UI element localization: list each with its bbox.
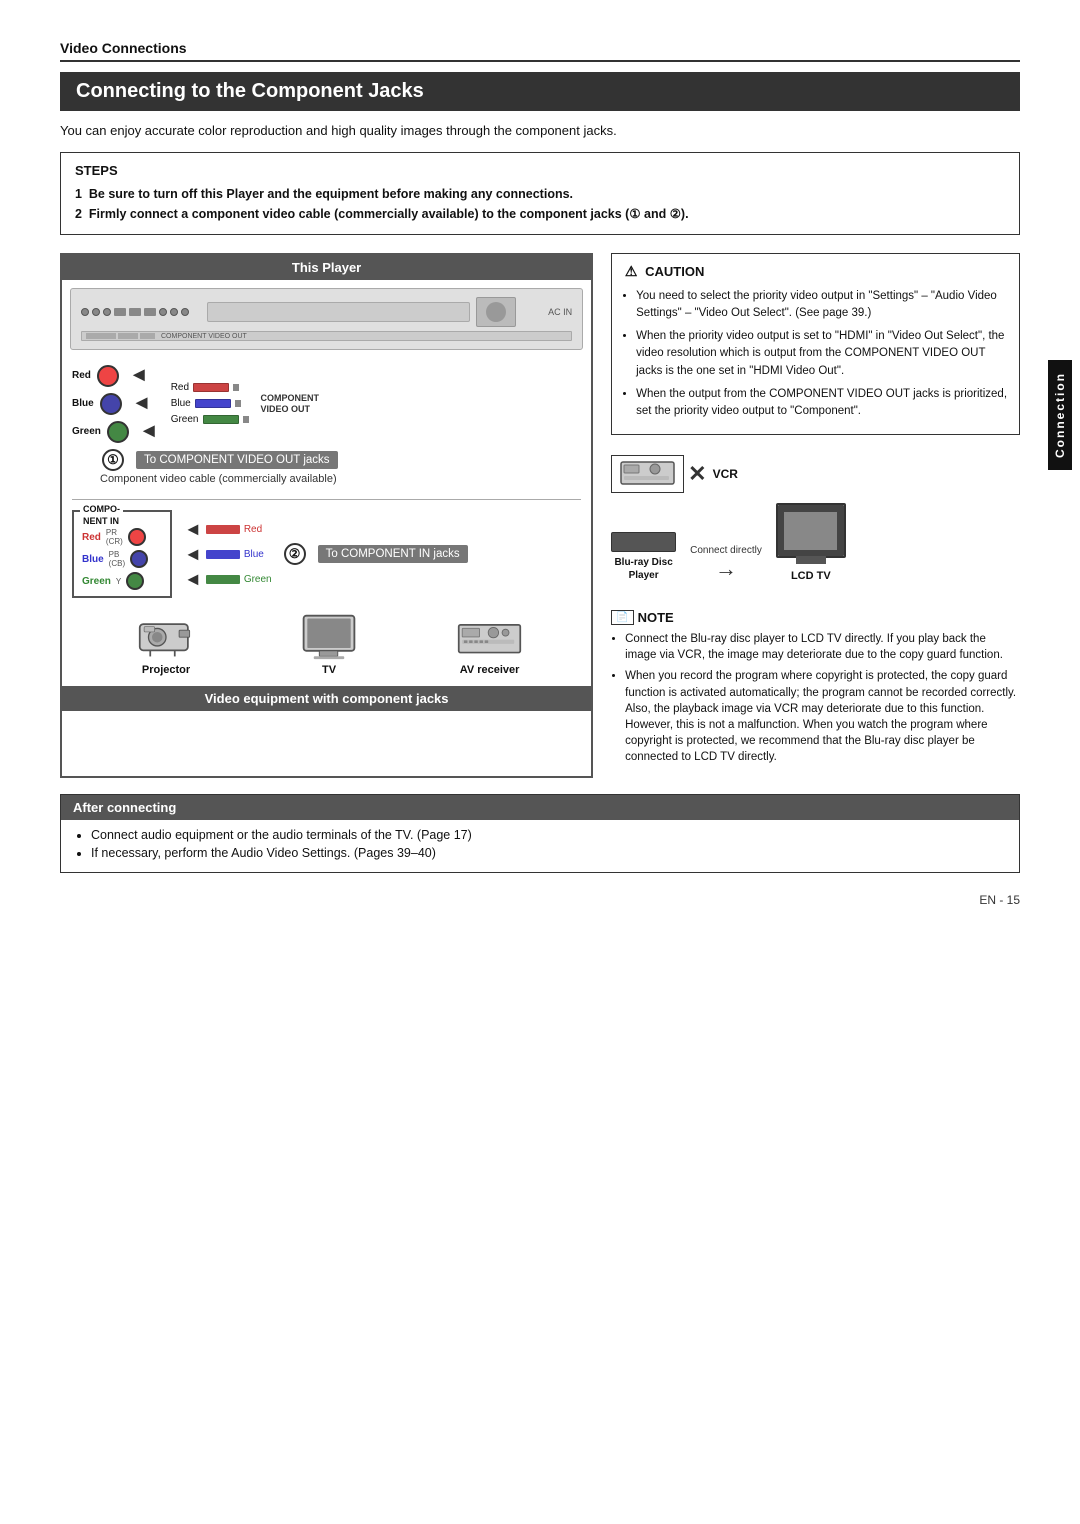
lcd-tv-shape [776,503,846,558]
caution-item-1: You need to select the priority video ou… [636,288,1009,323]
main-heading: Connecting to the Component Jacks [60,72,1020,111]
connection-sidebar-tab: Connection [1048,360,1072,470]
plug-green: Green [171,414,249,425]
lcd-tv-item: LCD TV [776,503,846,582]
after-connecting-body: Connect audio equipment or the audio ter… [61,820,1019,872]
video-equipment-header: Video equipment with component jacks [62,686,591,711]
connect-arrow: Connect directly → [690,545,762,582]
caution-list: You need to select the priority video ou… [622,288,1009,421]
cable-plug-out: Red Blue Green [171,382,249,425]
cable-note: Component video cable (commercially avai… [100,473,581,485]
arrow-red: ◄ [129,364,149,387]
after-item-1: Connect audio equipment or the audio ter… [91,828,1005,842]
step2-label: To COMPONENT IN jacks [318,545,468,563]
comp-in-section: COMPO-NENT IN Red PR(CR) Blue PB(CB) [62,504,591,686]
step1-text: 1 Be sure to turn off this Player and th… [75,184,1005,204]
in-jack-red [128,528,146,546]
diagram-area: This Player [60,253,1020,778]
caution-item-2: When the priority video output is set to… [636,328,1009,380]
caution-item-3: When the output from the COMPONENT VIDEO… [636,386,1009,421]
arrow-green: ◄ [139,420,159,443]
av-receiver-svg [457,620,522,660]
video-equipment-icons: Projector TV [72,610,581,676]
steps-box: STEPS 1 Be sure to turn off this Player … [60,152,1020,235]
note-item-2: When you record the program where copyri… [625,668,1020,765]
step1-circle: ① [102,449,124,471]
plug-red: Red [171,382,249,393]
in-arrows: ◄ Red ◄ Blue ◄ Green [184,519,272,590]
player-diagram: This Player [60,253,593,778]
vcr-x-mark: ✕ [688,461,706,487]
bluray-lcd-row: Blu-ray DiscPlayer Connect directly → [611,503,1020,582]
player-header-label: This Player [62,255,591,280]
jack-green-out: Green ◄ [72,420,163,443]
step2-circle: ② [284,543,306,565]
bluray-label: Blu-ray DiscPlayer [614,556,672,582]
jack-red-circle [97,365,119,387]
step1-annotation: ① To COMPONENT VIDEO OUT jacks [102,449,581,471]
jack-group-left: Red ◄ Blue ◄ Green ◄ [72,364,163,443]
step2-text: 2 Firmly connect a component video cable… [75,204,1005,224]
arrow-right-icon: → [715,556,737,582]
caution-icon: ⚠ [622,263,640,281]
jack-blue-circle [100,393,122,415]
diagram-right: ⚠ CAUTION You need to select the priorit… [611,253,1020,778]
vcr-device [611,455,684,493]
jack-red-out: Red ◄ [72,364,163,387]
vcr-bluray-diagram: ✕ VCR Blu-ray DiscPlayer Connect directl… [611,449,1020,588]
step1-label: To COMPONENT VIDEO OUT jacks [136,451,338,469]
jack-blue-out: Blue ◄ [72,392,163,415]
note-title: 📄 NOTE [611,610,1020,625]
vcr-row: ✕ VCR [611,455,1020,493]
vcr-text-label: VCR [713,467,738,481]
intro-text: You can enjoy accurate color reproductio… [60,123,1020,138]
arrow-blue: ◄ [132,392,152,415]
caution-box: ⚠ CAUTION You need to select the priorit… [611,253,1020,435]
section-title: Video Connections [60,40,1020,62]
jack-green-circle [107,421,129,443]
after-connecting-box: After connecting Connect audio equipment… [60,794,1020,873]
tv-svg [299,612,359,660]
step2-annotation: ② To COMPONENT IN jacks [284,543,468,565]
in-jack-green [126,572,144,590]
steps-label: STEPS [75,163,1005,178]
projector-label: Projector [142,664,190,676]
note-box: 📄 NOTE Connect the Blu-ray disc player t… [611,602,1020,778]
note-item-1: Connect the Blu-ray disc player to LCD T… [625,631,1020,663]
in-jack-blue [130,550,148,568]
page-number: EN - 15 [60,893,1020,907]
caution-title: ⚠ CAUTION [622,262,1009,282]
component-out-section: Red ◄ Blue ◄ Green ◄ [62,358,591,495]
connect-directly-label: Connect directly [690,545,762,556]
after-connecting-header: After connecting [61,795,1019,820]
note-list: Connect the Blu-ray disc player to LCD T… [611,631,1020,765]
av-receiver-item: AV receiver [457,620,522,676]
vcr-svg [620,460,675,488]
comp-out-text: COMPONENTVIDEO OUT [261,393,320,415]
bluray-item: Blu-ray DiscPlayer [611,532,676,582]
bluray-shape [611,532,676,552]
projector-item: Projector [131,610,201,676]
projector-svg [131,610,201,660]
tv-label: TV [322,664,336,676]
tv-item: TV [299,612,359,676]
lcd-tv-label: LCD TV [791,570,831,582]
plug-blue: Blue [171,398,249,409]
after-item-2: If necessary, perform the Audio Video Se… [91,846,1005,860]
av-receiver-label: AV receiver [460,664,520,676]
note-icon: 📄 [611,610,633,625]
